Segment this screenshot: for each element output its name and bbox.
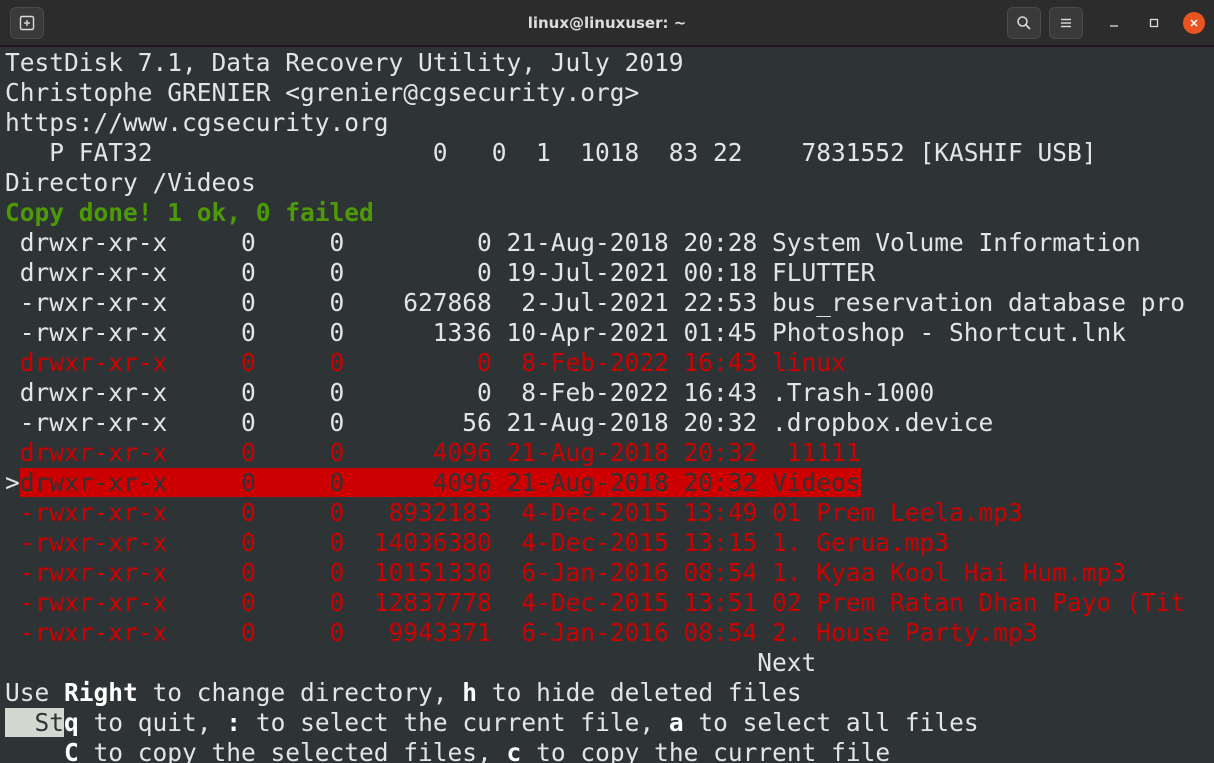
search-icon: [1017, 16, 1031, 30]
selection-marker: >: [5, 468, 20, 497]
help-line-1: Use Right to change directory, h to hide…: [5, 678, 802, 708]
website-line: https://www.cgsecurity.org: [5, 108, 389, 137]
help-text: Use: [5, 678, 65, 707]
help-key-C: C: [64, 738, 79, 763]
hamburger-menu-icon: [1061, 18, 1071, 28]
file-row-deleted[interactable]: -rwxr-xr-x 0 0 8932183 4-Dec-2015 13:49 …: [5, 498, 1023, 528]
help-key-a: a: [668, 708, 684, 737]
close-icon: [1190, 19, 1198, 27]
terminal-area[interactable]: TestDisk 7.1, Data Recovery Utility, Jul…: [0, 47, 1214, 763]
help-key-c: c: [506, 738, 522, 763]
maximize-button[interactable]: [1143, 12, 1165, 34]
close-button[interactable]: [1183, 12, 1205, 34]
help-text: to copy the current file: [521, 738, 891, 763]
help-key-h: h: [462, 678, 478, 707]
window-titlebar: linux@linuxuser: ~: [0, 0, 1214, 46]
selected-file[interactable]: drwxr-xr-x 0 0 4096 21-Aug-2018 20:32 Vi…: [19, 468, 861, 497]
file-row[interactable]: -rwxr-xr-x 0 0 627868 2-Jul-2021 22:53 b…: [5, 288, 1185, 318]
file-row-deleted[interactable]: drwxr-xr-x 0 0 4096 21-Aug-2018 20:32 11…: [5, 438, 861, 468]
help-text: to select all files: [683, 708, 979, 737]
next-page-link[interactable]: Next: [757, 648, 816, 677]
file-row-deleted[interactable]: -rwxr-xr-x 0 0 10151330 6-Jan-2016 08:54…: [5, 558, 1126, 588]
help-line-2: Stq to quit, : to select the current fil…: [5, 708, 979, 738]
maximize-icon: [1149, 18, 1159, 28]
app-banner: TestDisk 7.1, Data Recovery Utility, Jul…: [5, 48, 684, 77]
file-row[interactable]: -rwxr-xr-x 0 0 1336 10-Apr-2021 01:45 Ph…: [5, 318, 1126, 348]
status-message: Copy done! 1 ok, 0 failed: [5, 198, 374, 227]
minimize-button[interactable]: [1103, 12, 1125, 34]
help-text: to select the current file,: [241, 708, 669, 737]
help-text: to hide deleted files: [477, 678, 802, 707]
text-cursor: St: [5, 708, 65, 737]
search-button[interactable]: [1007, 7, 1041, 39]
file-row[interactable]: drwxr-xr-x 0 0 0 19-Jul-2021 00:18 FLUTT…: [5, 258, 876, 288]
file-row[interactable]: drwxr-xr-x 0 0 0 8-Feb-2022 16:43 .Trash…: [5, 378, 935, 408]
help-text: to quit,: [78, 708, 227, 737]
file-row[interactable]: drwxr-xr-x 0 0 0 21-Aug-2018 20:28 Syste…: [5, 228, 1141, 258]
file-row-deleted[interactable]: drwxr-xr-x 0 0 0 8-Feb-2022 16:43 linux: [5, 348, 846, 378]
help-text: to copy the selected files,: [78, 738, 507, 763]
minimize-icon: [1110, 25, 1118, 27]
directory-path: Directory /Videos: [5, 168, 256, 197]
help-key-q: q: [64, 708, 79, 737]
author-line: Christophe GRENIER <grenier@cgsecurity.o…: [5, 78, 640, 107]
partition-line: P FAT32 0 0 1 1018 83 22 7831552 [KASHIF…: [5, 138, 1097, 167]
next-page-row: Next: [5, 648, 816, 678]
help-key-colon: :: [226, 708, 242, 737]
file-row-deleted[interactable]: -rwxr-xr-x 0 0 14036380 4-Dec-2015 13:15…: [5, 528, 949, 558]
menu-button[interactable]: [1049, 7, 1083, 39]
help-text: to change directory,: [137, 678, 463, 707]
help-line-3: C to copy the selected files, c to copy …: [5, 738, 890, 763]
file-row-selected[interactable]: >drwxr-xr-x 0 0 4096 21-Aug-2018 20:32 V…: [5, 468, 861, 498]
file-row-deleted[interactable]: -rwxr-xr-x 0 0 12837778 4-Dec-2015 13:51…: [5, 588, 1185, 618]
file-row-deleted[interactable]: -rwxr-xr-x 0 0 9943371 6-Jan-2016 08:54 …: [5, 618, 1038, 648]
help-key-right: Right: [64, 678, 138, 707]
file-row[interactable]: -rwxr-xr-x 0 0 56 21-Aug-2018 20:32 .dro…: [5, 408, 994, 438]
